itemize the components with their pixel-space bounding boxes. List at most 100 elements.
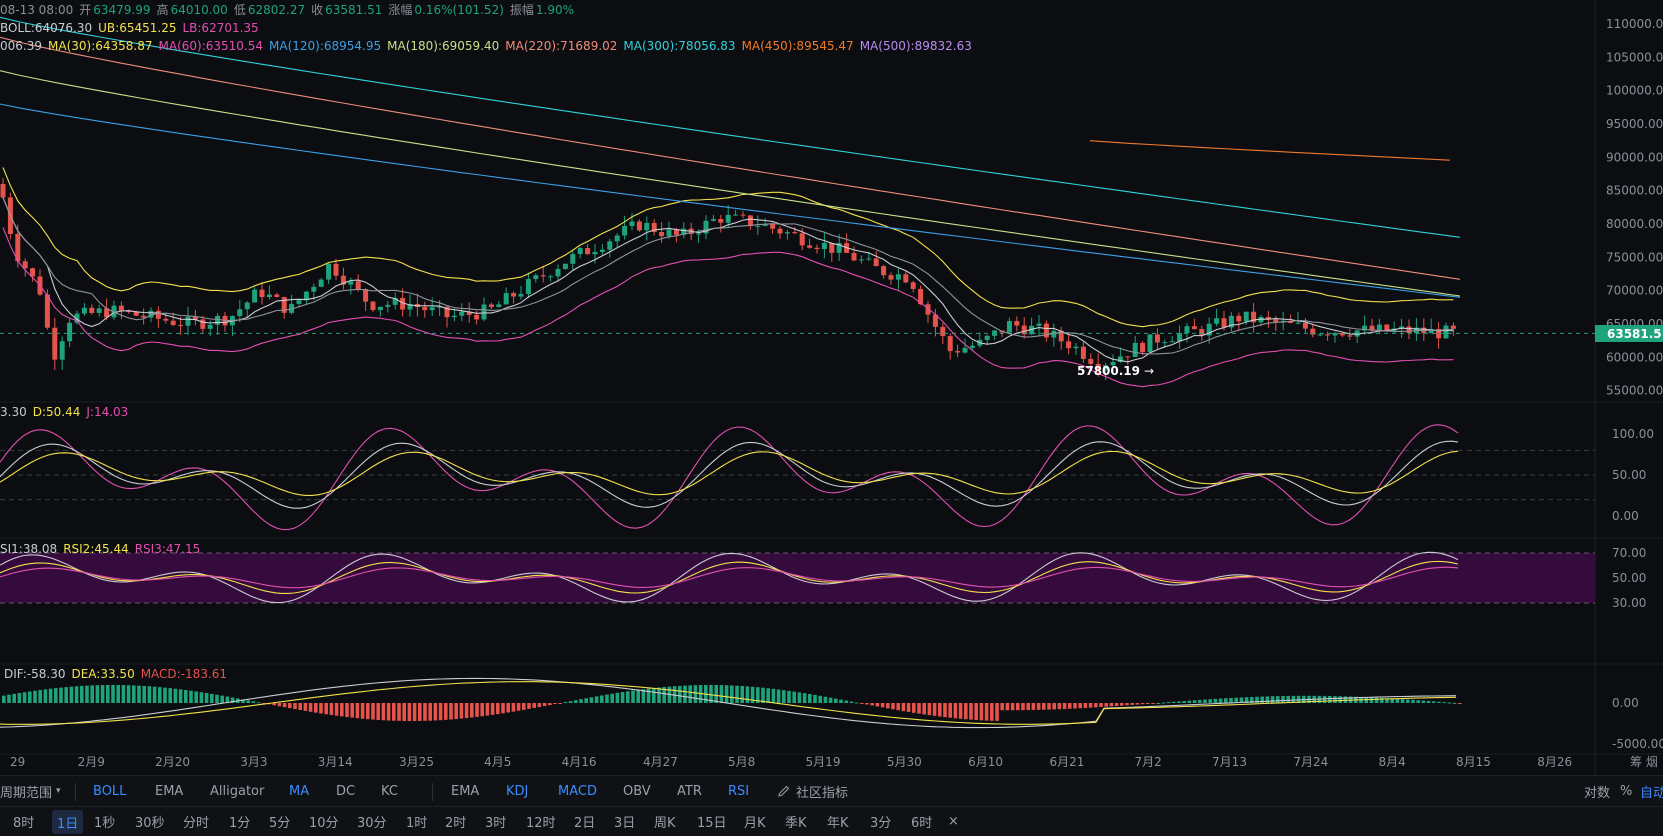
macd-histogram-bar [948, 703, 952, 718]
macd-histogram-bar [288, 703, 292, 709]
interval-19[interactable]: 年K [827, 807, 849, 836]
macd-histogram-bar [1073, 703, 1077, 709]
indicator-kdj[interactable]: KDJ [506, 776, 528, 806]
macd-legend-entry: DIF:-58.30 [4, 667, 66, 681]
candle-body [355, 281, 361, 289]
indicator-atr[interactable]: ATR [677, 776, 702, 806]
interval-2[interactable]: 1秒 [94, 807, 115, 836]
macd-histogram-bar [282, 703, 287, 708]
interval-18[interactable]: 季K [785, 807, 807, 836]
scale-auto-toggle[interactable]: 自动 [1640, 776, 1663, 806]
candle-body [1132, 342, 1138, 357]
macd-histogram-bar [839, 699, 843, 703]
candle-body [385, 304, 391, 307]
candlestick-chart[interactable]: 110000.00 105000.00 100000.00 95000.00 90000… [0, 0, 1663, 775]
candle-body [770, 224, 776, 229]
interval-9[interactable]: 1时 [406, 807, 427, 836]
candle-body [718, 218, 724, 223]
indicator-ema[interactable]: EMA [451, 776, 479, 806]
macd-histogram-bar [147, 686, 152, 703]
close-icon[interactable]: × [948, 807, 959, 836]
candle-body [451, 315, 457, 318]
interval-8[interactable]: 30分 [357, 807, 387, 836]
chart-area[interactable]: 110000.00 105000.00 100000.00 95000.00 90000… [0, 0, 1663, 775]
macd-histogram-bar [194, 691, 198, 703]
macd-legend-entry: MACD:-183.61 [140, 667, 228, 681]
range-selector[interactable]: 周期范围 ▾ [0, 776, 61, 806]
indicator-dc[interactable]: DC [336, 776, 355, 806]
macd-histogram-bar [355, 703, 360, 719]
indicator-boll[interactable]: BOLL [93, 776, 126, 806]
scale-percent-toggle[interactable]: % [1620, 776, 1632, 806]
ohlc-header: 08-13 08:00 开 63479.99 高 64010.00 低 62802.27 收 6… [0, 2, 580, 18]
interval-14[interactable]: 3日 [614, 807, 635, 836]
candle-body [629, 221, 635, 227]
candle-body [873, 258, 879, 267]
indicator-macd[interactable]: MACD [558, 776, 597, 806]
interval-13[interactable]: 2日 [574, 807, 595, 836]
interval-11[interactable]: 3时 [485, 807, 506, 836]
macd-histogram-bar [906, 703, 911, 712]
macd-histogram-bar [204, 693, 209, 703]
interval-5[interactable]: 1分 [229, 807, 250, 836]
interval-21[interactable]: 6时 [911, 807, 932, 836]
macd-histogram-bar [33, 690, 37, 703]
macd-histogram-bar [1130, 703, 1134, 705]
macd-histogram-bar [1166, 702, 1171, 704]
boll-legend-entry: BOLL:64076.30 [0, 21, 93, 35]
candle-body [792, 232, 798, 234]
macd-histogram-bar [511, 703, 516, 712]
candle-body [52, 327, 58, 360]
interval-16[interactable]: 15日 [697, 807, 727, 836]
interval-10[interactable]: 2时 [445, 807, 466, 836]
candle-body [895, 274, 901, 280]
interval-1[interactable]: 1日 [52, 810, 84, 834]
candle-body [1376, 324, 1382, 331]
macd-histogram-bar [1229, 697, 1233, 703]
macd-histogram-bar [454, 703, 458, 720]
macd-histogram-bar [579, 699, 583, 703]
community-indicators-button[interactable]: 社区指标 [778, 776, 848, 806]
price-axis-tick: 105000.00 [1606, 50, 1663, 64]
divider [432, 783, 433, 801]
macd-histogram-bar [1042, 703, 1046, 710]
ma-legend-entry: MA(120):68954.95 [269, 39, 382, 53]
indicator-ema[interactable]: EMA [155, 776, 183, 806]
candle-body [1243, 311, 1249, 322]
indicator-kc[interactable]: KC [381, 776, 398, 806]
macd-histogram-bar [303, 703, 308, 711]
macd-histogram-bar [1047, 703, 1051, 710]
interval-3[interactable]: 30秒 [135, 807, 165, 836]
indicator-rsi[interactable]: RSI [728, 776, 749, 806]
macd-histogram-bar [1432, 701, 1436, 703]
macd-histogram-bar [631, 690, 635, 703]
interval-12[interactable]: 12时 [526, 807, 556, 836]
indicator-alligator[interactable]: Alligator [210, 776, 264, 806]
date-axis-tick: 2月20 [155, 755, 190, 769]
candle-body [1125, 356, 1131, 358]
scale-log-toggle[interactable]: 对数 [1584, 776, 1610, 806]
interval-7[interactable]: 10分 [309, 807, 339, 836]
amp-value: 1.90% [535, 3, 575, 17]
indicator-obv[interactable]: OBV [623, 776, 651, 806]
indicator-ma[interactable]: MA [289, 776, 309, 806]
macd-histogram-bar [277, 703, 282, 707]
macd-histogram-bar [735, 685, 739, 703]
interval-0[interactable]: 8时 [13, 807, 34, 836]
candle-body [1162, 342, 1168, 344]
candle-body [570, 254, 576, 264]
interval-4[interactable]: 分时 [183, 807, 209, 836]
interval-17[interactable]: 月K [744, 807, 766, 836]
price-axis-tick: 110000.00 [1606, 17, 1663, 31]
ma-legend-entry: MA(450):89545.47 [741, 39, 854, 53]
interval-6[interactable]: 5分 [269, 807, 290, 836]
macd-histogram-bar [85, 685, 89, 703]
macd-histogram-bar [28, 691, 32, 703]
interval-20[interactable]: 3分 [870, 807, 891, 836]
macd-histogram-bar [730, 685, 734, 703]
candle-body [577, 248, 583, 255]
candle-body [1347, 335, 1353, 337]
interval-15[interactable]: 周K [654, 807, 676, 836]
candle-body [274, 294, 280, 297]
macd-histogram-bar [1083, 703, 1088, 708]
